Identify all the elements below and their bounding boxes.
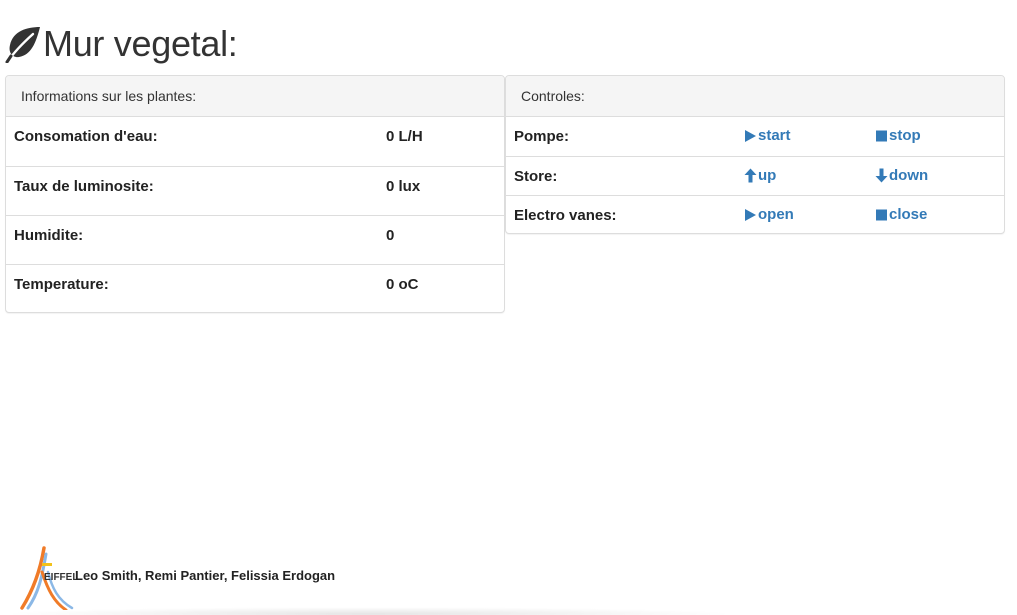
info-value: 0 oC (386, 276, 419, 293)
footer-shadow (0, 607, 737, 615)
page-header: Mur vegetal: (5, 22, 238, 66)
plant-info-panel: Informations sur les plantes: Consomatio… (5, 75, 505, 313)
info-label: Consomation d'eau: (14, 128, 158, 145)
footer: EIFFEL Leo Smith, Remi Pantier, Felissia… (0, 540, 1017, 615)
info-row-temperature: Temperature: 0 oC (6, 264, 504, 312)
pump-stop-button[interactable]: stop (875, 127, 921, 144)
info-value: 0 L/H (386, 128, 423, 145)
pump-start-label: start (758, 127, 791, 144)
logo-text: EIFFEL (44, 572, 78, 583)
control-label: Pompe: (514, 128, 570, 145)
control-label: Electro vanes: (514, 207, 617, 224)
pump-stop-label: stop (889, 127, 921, 144)
info-value: 0 lux (386, 178, 421, 195)
valves-close-label: close (889, 206, 928, 223)
stop-icon (876, 209, 887, 220)
store-up-button[interactable]: up (744, 167, 776, 184)
info-label: Humidite: (14, 227, 84, 244)
info-label: Taux de luminosite: (14, 178, 154, 195)
control-row-pump: Pompe: start stop (506, 117, 1004, 156)
controls-heading: Controles: (506, 76, 1004, 117)
arrow-up-icon (744, 168, 757, 183)
control-row-valves: Electro vanes: open close (506, 195, 1004, 233)
control-label: Store: (514, 168, 558, 185)
valves-close-button[interactable]: close (875, 206, 927, 223)
controls-panel: Controles: Pompe: start stop Store: up d… (505, 75, 1005, 234)
pump-start-button[interactable]: start (744, 127, 791, 144)
store-up-label: up (758, 167, 777, 184)
info-row-luminosity: Taux de luminosite: 0 lux (6, 166, 504, 215)
valves-open-label: open (758, 206, 794, 223)
info-row-humidity: Humidite: 0 (6, 215, 504, 264)
arrow-down-icon (875, 168, 888, 183)
credits: Leo Smith, Remi Pantier, Felissia Erdoga… (75, 568, 336, 583)
store-down-button[interactable]: down (875, 167, 928, 184)
plant-info-list: Consomation d'eau: 0 L/H Taux de luminos… (6, 117, 504, 312)
controls-list: Pompe: start stop Store: up down Electro… (506, 117, 1004, 233)
play-icon (745, 129, 756, 142)
school-logo: EIFFEL (20, 546, 78, 610)
leaf-icon (5, 27, 40, 63)
valves-open-button[interactable]: open (744, 206, 794, 223)
play-icon (745, 208, 756, 221)
page-title: Mur vegetal: (43, 23, 238, 64)
store-down-label: down (889, 167, 929, 184)
stop-icon (876, 130, 887, 141)
control-row-store: Store: up down (506, 156, 1004, 195)
info-label: Temperature: (14, 276, 109, 293)
info-row-water: Consomation d'eau: 0 L/H (6, 117, 504, 166)
info-value: 0 (386, 227, 395, 244)
plant-info-heading: Informations sur les plantes: (6, 76, 504, 117)
